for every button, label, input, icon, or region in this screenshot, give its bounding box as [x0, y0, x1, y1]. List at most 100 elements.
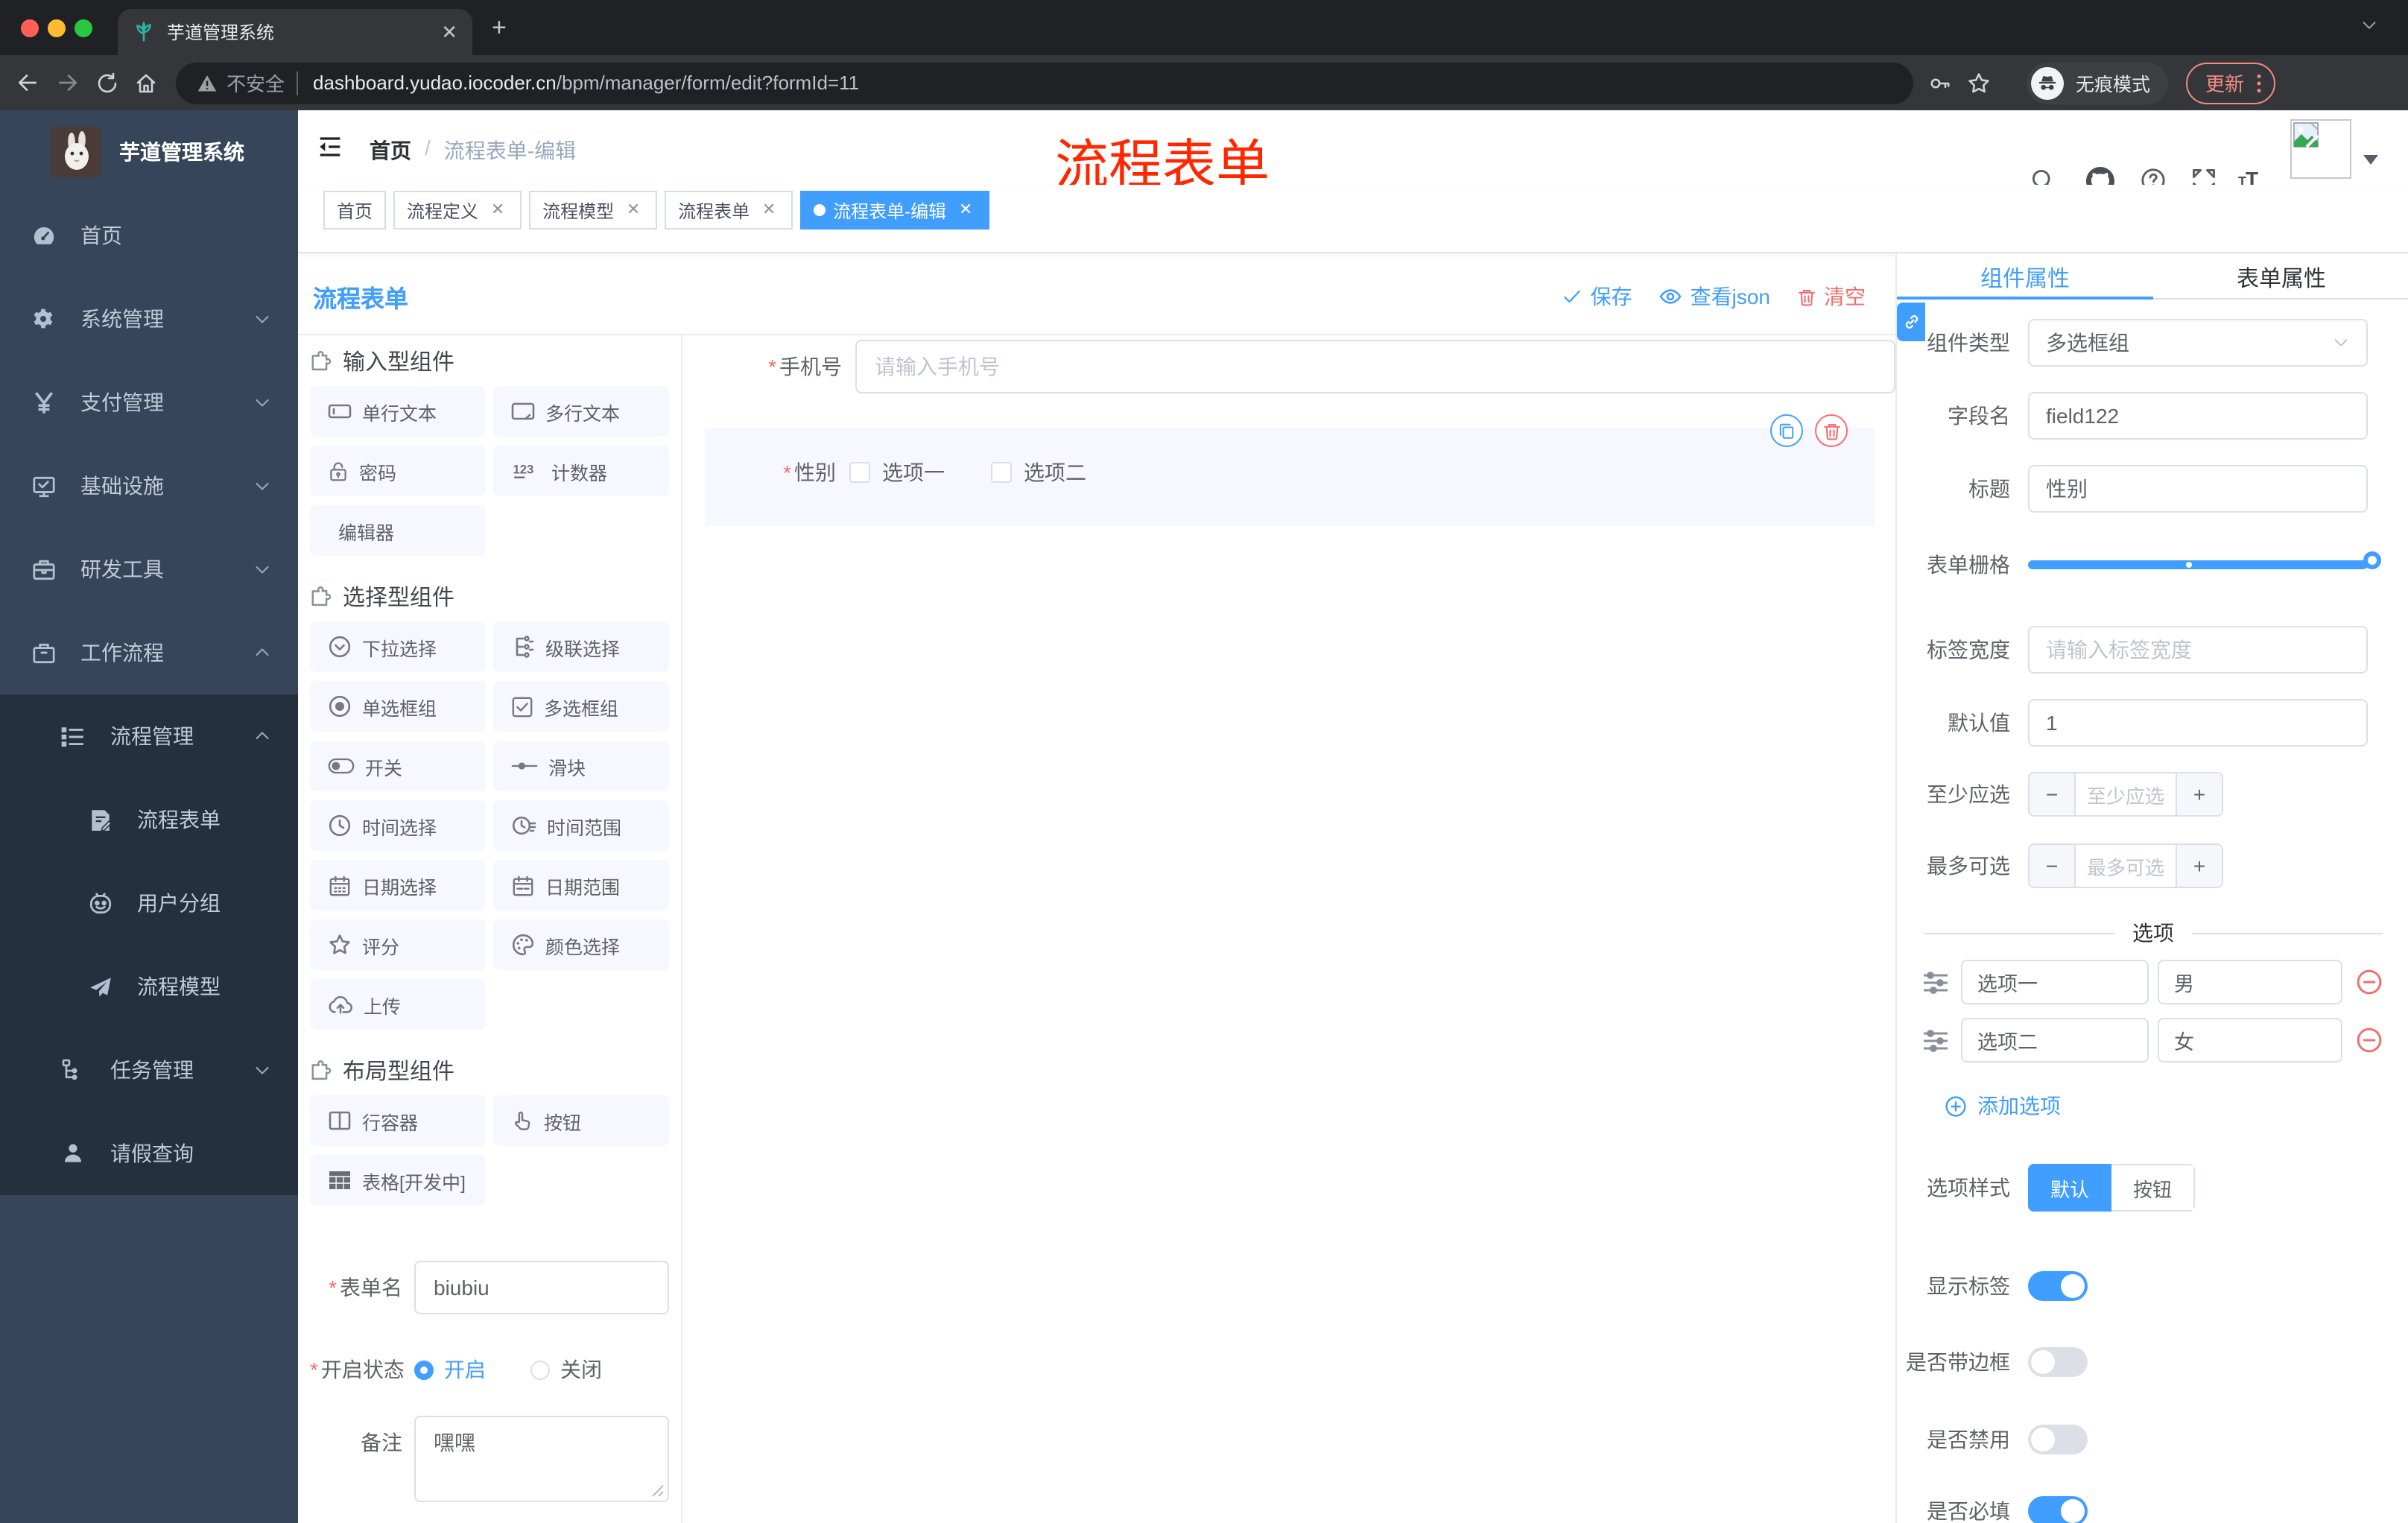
- remove-option-icon[interactable]: [2356, 1027, 2383, 1054]
- phone-field[interactable]: * 手机号 请输入手机号: [682, 340, 1895, 393]
- sidebar-item-请假查询[interactable]: 请假查询: [0, 1112, 298, 1195]
- sidebar-item-流程管理[interactable]: 流程管理: [0, 694, 298, 778]
- slider-handle[interactable]: [2363, 551, 2381, 569]
- component-密码[interactable]: 密码: [310, 446, 486, 496]
- component-计数器[interactable]: 123 计数器: [493, 446, 669, 496]
- checkbox-选项二[interactable]: 选项二: [991, 457, 1086, 487]
- option-label-input[interactable]: 选项一: [1961, 960, 2149, 1004]
- component-编辑器[interactable]: 编辑器: [310, 505, 486, 556]
- status-radio-on[interactable]: 开启: [414, 1355, 486, 1384]
- sidebar-item-研发工具[interactable]: 研发工具: [0, 528, 298, 611]
- status-radio-off[interactable]: 关闭: [530, 1355, 602, 1384]
- component-type-select[interactable]: 多选框组: [2028, 319, 2368, 367]
- mac-minimize-button[interactable]: [48, 19, 66, 37]
- phone-input[interactable]: 请输入手机号: [855, 340, 1895, 393]
- tag-首页[interactable]: 首页: [323, 191, 387, 229]
- clear-button[interactable]: 清空: [1797, 282, 1866, 311]
- grid-slider[interactable]: [2028, 551, 2381, 578]
- tab-form-props[interactable]: 表单属性: [2153, 262, 2408, 294]
- checkbox-选项一[interactable]: 选项一: [849, 457, 945, 487]
- component-多行文本[interactable]: 多行文本: [493, 386, 669, 437]
- component-开关[interactable]: 开关: [310, 741, 486, 791]
- url-bar[interactable]: 不安全 dashboard.yudao.iocoder.cn/bpm/manag…: [176, 62, 1913, 104]
- add-option-button[interactable]: 添加选项: [1945, 1091, 2061, 1121]
- tag-流程模型[interactable]: 流程模型 ✕: [529, 191, 658, 229]
- component-颜色选择[interactable]: 颜色选择: [493, 919, 669, 970]
- plus-button[interactable]: +: [2177, 845, 2222, 887]
- toggle-显示标签[interactable]: [2028, 1271, 2088, 1301]
- component-日期选择[interactable]: 日期选择: [310, 860, 486, 911]
- sidebar-item-流程模型[interactable]: 流程模型: [0, 945, 298, 1028]
- drag-handle-icon[interactable]: [1922, 1029, 1949, 1051]
- component-下拉选择[interactable]: 下拉选择: [310, 621, 486, 672]
- sidebar-collapse-icon[interactable]: [316, 133, 344, 161]
- sidebar-item-工作流程[interactable]: 工作流程: [0, 611, 298, 694]
- tab-component-props[interactable]: 组件属性: [1897, 262, 2153, 294]
- label-width-input[interactable]: 请输入标签宽度: [2028, 626, 2368, 674]
- sidebar-item-首页[interactable]: 首页: [0, 194, 298, 277]
- tag-close-icon[interactable]: ✕: [955, 200, 976, 221]
- component-评分[interactable]: 评分: [310, 919, 486, 970]
- browser-menu-icon[interactable]: [2256, 72, 2262, 93]
- sidebar-item-流程表单[interactable]: 流程表单: [0, 778, 298, 861]
- option-style-默认[interactable]: 默认: [2028, 1164, 2111, 1212]
- component-日期范围[interactable]: 日期范围: [493, 860, 669, 911]
- component-单选框组[interactable]: 单选框组: [310, 681, 486, 732]
- toggle-是否禁用[interactable]: [2028, 1425, 2088, 1454]
- tag-close-icon[interactable]: ✕: [758, 200, 779, 221]
- save-button[interactable]: 保存: [1562, 282, 1632, 311]
- option-style-按钮[interactable]: 按钮: [2111, 1164, 2195, 1212]
- back-icon[interactable]: [15, 70, 40, 95]
- checkbox-box[interactable]: [849, 462, 870, 483]
- tag-流程表单-编辑[interactable]: 流程表单-编辑 ✕: [800, 191, 990, 229]
- component-上传[interactable]: 上传: [310, 979, 486, 1030]
- plus-button[interactable]: +: [2177, 773, 2222, 815]
- sidebar-item-任务管理[interactable]: 任务管理: [0, 1028, 298, 1112]
- component-行容器[interactable]: 行容器: [310, 1095, 486, 1146]
- component-按钮[interactable]: 按钮: [493, 1095, 669, 1146]
- sidebar-item-用户分组[interactable]: 用户分组: [0, 861, 298, 945]
- drag-handle-icon[interactable]: [1922, 971, 1949, 993]
- component-滑块[interactable]: 滑块: [493, 741, 669, 791]
- option-value-input[interactable]: 女: [2158, 1018, 2342, 1063]
- tag-close-icon[interactable]: ✕: [487, 200, 508, 221]
- home-icon[interactable]: [134, 71, 158, 95]
- option-value-input[interactable]: 男: [2158, 960, 2342, 1004]
- forward-icon[interactable]: [55, 70, 80, 95]
- toggle-是否必填[interactable]: [2028, 1496, 2088, 1523]
- component-表格[开发中][interactable]: 表格[开发中]: [310, 1155, 486, 1206]
- option-label-input[interactable]: 选项二: [1961, 1018, 2149, 1063]
- tag-流程定义[interactable]: 流程定义 ✕: [393, 191, 522, 229]
- browser-tab[interactable]: 芋道管理系统 ✕: [118, 9, 472, 55]
- sidebar-item-系统管理[interactable]: 系统管理: [0, 277, 298, 361]
- form-remark-textarea[interactable]: 嘿嘿: [414, 1416, 669, 1502]
- checkbox-box[interactable]: [991, 462, 1012, 483]
- component-单行文本[interactable]: 单行文本: [310, 386, 486, 437]
- default-value-input[interactable]: 1: [2028, 699, 2368, 747]
- gender-field-selected[interactable]: * 性别 选项一 选项二: [705, 414, 1875, 526]
- delete-field-button[interactable]: [1815, 414, 1848, 447]
- minus-button[interactable]: −: [2030, 773, 2074, 815]
- user-dropdown-caret-icon[interactable]: [2363, 155, 2378, 165]
- remove-option-icon[interactable]: [2356, 969, 2383, 995]
- component-级联选择[interactable]: 级联选择: [493, 621, 669, 672]
- toggle-是否带边框[interactable]: [2028, 1347, 2088, 1377]
- minus-button[interactable]: −: [2030, 845, 2074, 887]
- avatar[interactable]: [2290, 119, 2351, 179]
- bookmark-star-icon[interactable]: [1967, 71, 1991, 95]
- tab-close-icon[interactable]: ✕: [441, 20, 457, 44]
- copy-field-button[interactable]: [1770, 414, 1803, 447]
- tag-close-icon[interactable]: ✕: [623, 200, 644, 221]
- title-input[interactable]: 性别: [2028, 465, 2368, 513]
- component-多选框组[interactable]: 多选框组: [493, 681, 669, 732]
- password-key-icon[interactable]: [1928, 71, 1952, 95]
- mac-zoom-button[interactable]: [75, 19, 92, 37]
- sidebar-item-基础设施[interactable]: 基础设施: [0, 444, 298, 528]
- mac-close-button[interactable]: [21, 19, 39, 37]
- resize-grip-icon[interactable]: [651, 1484, 665, 1498]
- view-json-button[interactable]: 查看json: [1659, 282, 1770, 311]
- field-name-input[interactable]: field122: [2028, 392, 2368, 440]
- form-canvas[interactable]: * 手机号 请输入手机号 * 性别 选项一 选项二: [682, 335, 1895, 1523]
- sidebar-item-支付管理[interactable]: 支付管理: [0, 361, 298, 444]
- tag-流程表单[interactable]: 流程表单 ✕: [665, 191, 793, 229]
